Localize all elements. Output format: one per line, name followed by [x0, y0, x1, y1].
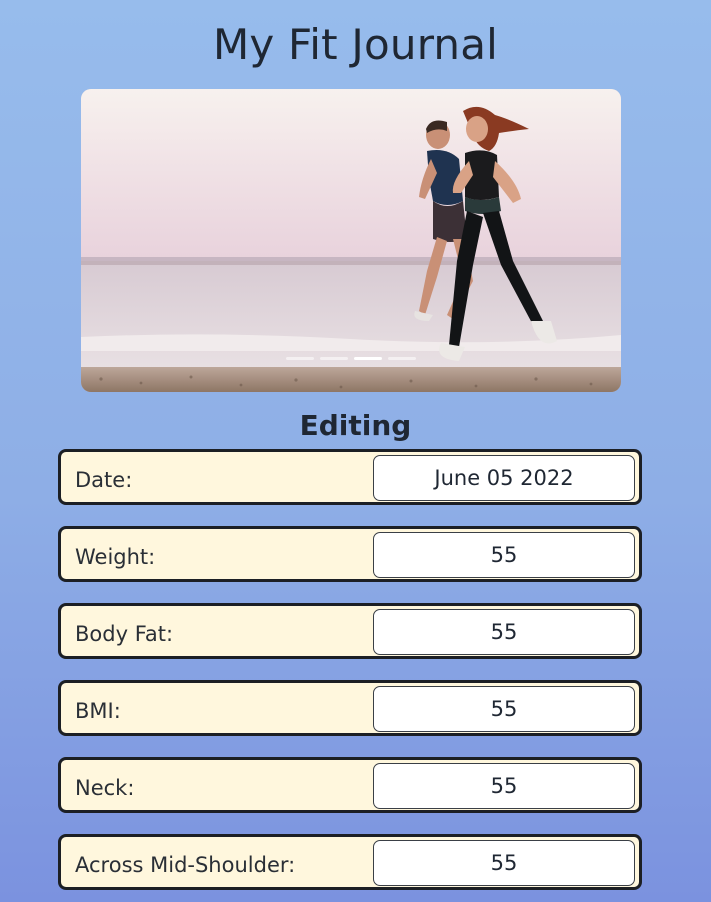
neck-row: Neck: [58, 757, 642, 813]
date-label: Date: [75, 468, 133, 492]
jogging-photo [81, 89, 621, 392]
bmi-input[interactable] [373, 686, 635, 732]
bmi-label: BMI: [75, 699, 121, 723]
across-mid-shoulder-label: Across Mid-Shoulder: [75, 853, 296, 877]
across-mid-shoulder-input[interactable] [373, 840, 635, 886]
date-row: Date: [58, 449, 642, 505]
weight-row: Weight: [58, 526, 642, 582]
weight-label: Weight: [75, 545, 156, 569]
page-title: My Fit Journal [212, 20, 499, 69]
carousel-indicator-2[interactable] [320, 357, 348, 360]
editing-heading: Editing [299, 409, 412, 442]
app-root: My Fit Journal Editing Date: June 05 202… [0, 0, 711, 902]
weight-input[interactable] [373, 532, 635, 578]
image-carousel[interactable] [81, 89, 621, 392]
carousel-indicator-1[interactable] [286, 357, 314, 360]
neck-input[interactable] [373, 763, 635, 809]
bmi-row: BMI: [58, 680, 642, 736]
across-mid-shoulder-row: Across Mid-Shoulder: [58, 834, 642, 890]
carousel-indicator-4[interactable] [388, 357, 416, 360]
measurement-form: Date: Weight: Body Fat: BMI: Neck: Acros… [58, 449, 642, 902]
neck-label: Neck: [75, 776, 135, 800]
carousel-indicators [81, 357, 621, 360]
carousel-indicator-3-active[interactable] [354, 357, 382, 360]
body-fat-label: Body Fat: [75, 622, 174, 646]
body-fat-row: Body Fat: [58, 603, 642, 659]
date-input[interactable] [373, 455, 635, 501]
body-fat-input[interactable] [373, 609, 635, 655]
